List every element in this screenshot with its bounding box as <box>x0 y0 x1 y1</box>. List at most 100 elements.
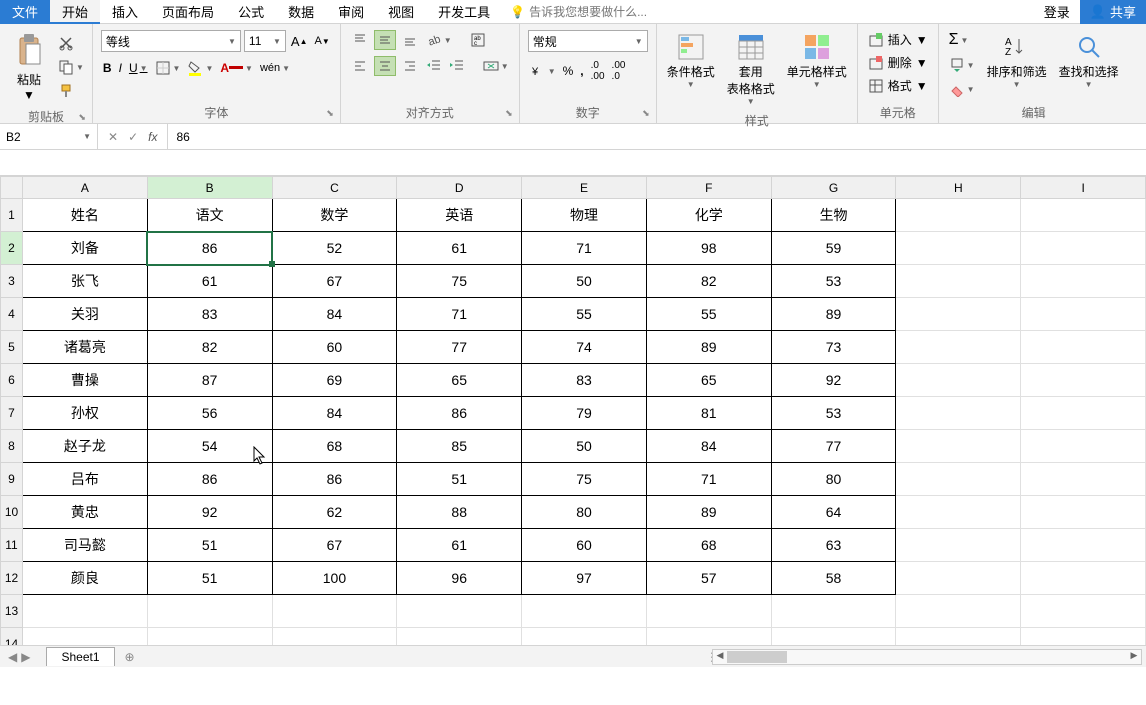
cell[interactable]: 82 <box>147 331 272 364</box>
cell[interactable]: 80 <box>522 496 647 529</box>
scroll-left-button[interactable]: ◀ <box>713 650 727 664</box>
column-header[interactable]: G <box>771 177 896 199</box>
row-header[interactable]: 2 <box>1 232 23 265</box>
cell[interactable]: 74 <box>522 331 647 364</box>
menu-page-layout[interactable]: 页面布局 <box>150 0 226 24</box>
cell[interactable]: 刘备 <box>22 232 147 265</box>
row-header[interactable]: 9 <box>1 463 23 496</box>
cell[interactable]: 57 <box>646 562 771 595</box>
cell[interactable]: 51 <box>147 562 272 595</box>
cell[interactable]: 63 <box>771 529 896 562</box>
row-header[interactable]: 12 <box>1 562 23 595</box>
underline-button[interactable]: U▼ <box>127 59 150 77</box>
cell[interactable]: 87 <box>147 364 272 397</box>
column-header[interactable]: E <box>522 177 647 199</box>
cell[interactable]: 曹操 <box>22 364 147 397</box>
cell[interactable]: 英语 <box>397 199 522 232</box>
row-header[interactable]: 7 <box>1 397 23 430</box>
cell[interactable]: 65 <box>646 364 771 397</box>
align-dialog-launcher[interactable]: ⬊ <box>505 108 513 119</box>
row-header[interactable]: 4 <box>1 298 23 331</box>
cell[interactable]: 张飞 <box>22 265 147 298</box>
column-header[interactable]: C <box>272 177 397 199</box>
cell[interactable] <box>1021 529 1146 562</box>
cell[interactable]: 67 <box>272 529 397 562</box>
cell[interactable]: 姓名 <box>22 199 147 232</box>
cell[interactable]: 51 <box>397 463 522 496</box>
cell[interactable]: 60 <box>522 529 647 562</box>
number-format-combo[interactable]: 常规▼ <box>528 30 648 52</box>
phonetic-button[interactable]: wén▼ <box>258 60 292 76</box>
cell[interactable] <box>147 595 272 628</box>
cell[interactable]: 97 <box>522 562 647 595</box>
fill-color-button[interactable]: ▼ <box>185 58 215 78</box>
percent-button[interactable]: % <box>561 62 576 80</box>
align-left-button[interactable] <box>349 56 371 76</box>
scroll-right-button[interactable]: ▶ <box>1127 650 1141 664</box>
cell[interactable] <box>1021 331 1146 364</box>
cell[interactable] <box>646 628 771 646</box>
cut-button[interactable] <box>56 33 86 53</box>
cell[interactable] <box>1021 265 1146 298</box>
cell[interactable] <box>397 595 522 628</box>
cell[interactable]: 96 <box>397 562 522 595</box>
find-select-button[interactable]: 查找和选择▼ <box>1055 27 1123 93</box>
cell[interactable] <box>771 595 896 628</box>
border-button[interactable]: ▼ <box>153 58 183 78</box>
column-header[interactable]: I <box>1021 177 1146 199</box>
cell[interactable]: 79 <box>522 397 647 430</box>
align-bottom-button[interactable] <box>399 30 421 50</box>
cell[interactable]: 86 <box>397 397 522 430</box>
font-name-combo[interactable]: 等线▼ <box>101 30 241 52</box>
paste-button[interactable]: 粘贴 ▼ <box>6 27 52 106</box>
comma-button[interactable]: , <box>578 62 585 80</box>
cell[interactable]: 75 <box>397 265 522 298</box>
sheet-nav-prev[interactable]: ◀ <box>8 650 17 664</box>
sheet-tab-1[interactable]: Sheet1 <box>46 647 114 666</box>
spreadsheet-grid[interactable]: ABCDEFGHI1姓名语文数学英语物理化学生物2刘备8652617198593… <box>0 176 1146 645</box>
cell[interactable]: 颜良 <box>22 562 147 595</box>
sheet-nav-next[interactable]: ▶ <box>21 650 30 664</box>
cell[interactable]: 86 <box>147 463 272 496</box>
cell[interactable]: 关羽 <box>22 298 147 331</box>
cell[interactable]: 61 <box>397 232 522 265</box>
sort-filter-button[interactable]: AZ 排序和筛选▼ <box>983 27 1051 93</box>
row-header[interactable]: 1 <box>1 199 23 232</box>
cell[interactable]: 61 <box>147 265 272 298</box>
cell[interactable] <box>896 364 1021 397</box>
cell[interactable]: 71 <box>646 463 771 496</box>
increase-font-button[interactable]: A▲ <box>289 32 310 51</box>
insert-cells-button[interactable]: 插入 ▼ <box>866 29 930 50</box>
cell[interactable]: 89 <box>646 496 771 529</box>
select-all-corner[interactable] <box>1 177 23 199</box>
clipboard-dialog-launcher[interactable]: ⬊ <box>78 112 86 123</box>
format-cells-button[interactable]: 格式 ▼ <box>866 75 930 96</box>
cell[interactable]: 50 <box>522 430 647 463</box>
cell[interactable] <box>1021 430 1146 463</box>
italic-button[interactable]: I <box>117 59 124 77</box>
cell[interactable]: 84 <box>272 298 397 331</box>
row-header[interactable]: 8 <box>1 430 23 463</box>
horizontal-scrollbar[interactable]: ◀ ▶ <box>712 649 1142 665</box>
cell[interactable]: 61 <box>397 529 522 562</box>
cell[interactable]: 诸葛亮 <box>22 331 147 364</box>
cell[interactable]: 吕布 <box>22 463 147 496</box>
cell[interactable] <box>272 595 397 628</box>
number-dialog-launcher[interactable]: ⬊ <box>642 108 650 119</box>
font-color-button[interactable]: A▼ <box>218 59 255 77</box>
decrease-decimal-button[interactable]: .00.0 <box>610 58 628 84</box>
cell[interactable]: 64 <box>771 496 896 529</box>
cell[interactable] <box>771 628 896 646</box>
cell[interactable]: 80 <box>771 463 896 496</box>
cell[interactable]: 73 <box>771 331 896 364</box>
wrap-text-button[interactable]: abc <box>468 30 488 50</box>
format-as-table-button[interactable]: 套用 表格格式▼ <box>723 27 779 110</box>
cell[interactable]: 52 <box>272 232 397 265</box>
copy-button[interactable]: ▼ <box>56 57 86 77</box>
cell[interactable] <box>896 265 1021 298</box>
cell[interactable]: 60 <box>272 331 397 364</box>
clear-button[interactable]: ▼ <box>947 79 977 99</box>
menu-formulas[interactable]: 公式 <box>226 0 276 24</box>
menu-dev[interactable]: 开发工具 <box>426 0 502 24</box>
cell[interactable]: 67 <box>272 265 397 298</box>
